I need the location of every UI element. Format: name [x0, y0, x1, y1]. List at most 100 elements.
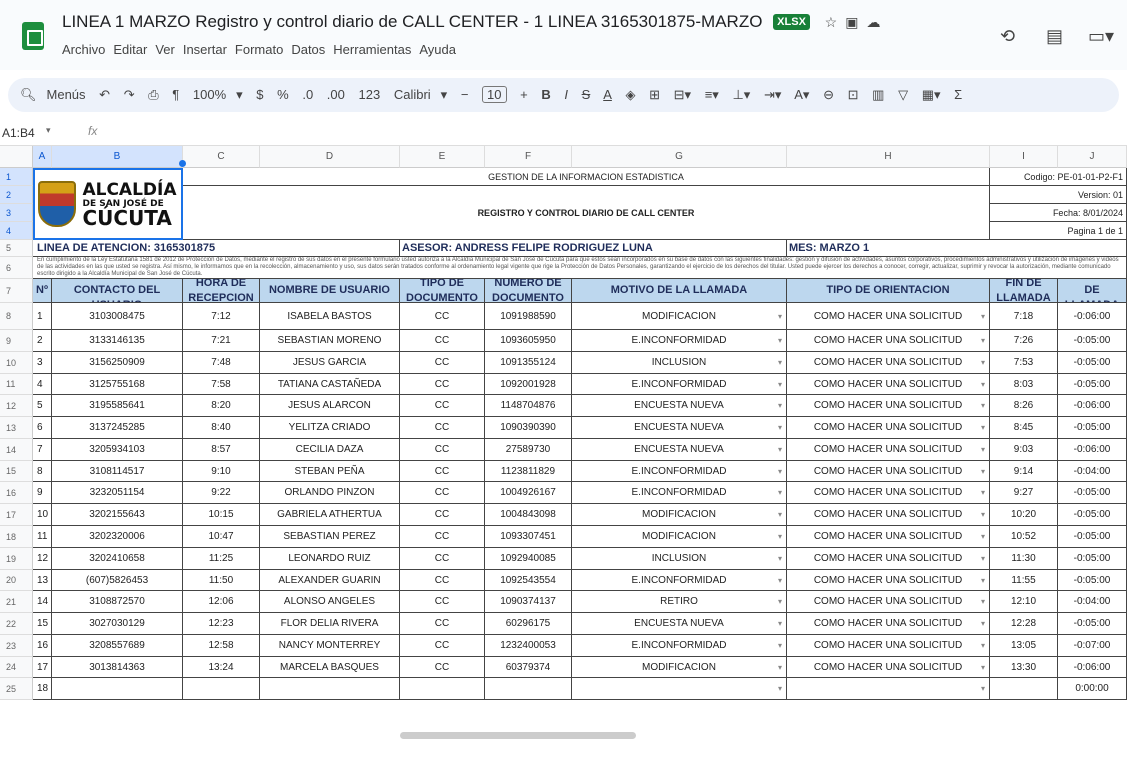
table-cell[interactable]: 8:26: [990, 395, 1058, 417]
table-cell[interactable]: CC: [400, 439, 485, 461]
sheets-logo-icon[interactable]: [22, 22, 44, 50]
dropdown-chevron-icon[interactable]: ▾: [981, 663, 985, 672]
legal-notice[interactable]: En cumplimiento de la Ley Estatutaria 15…: [33, 257, 1127, 279]
table-cell[interactable]: -0:06:00: [1058, 303, 1127, 330]
column-header-d[interactable]: D: [260, 146, 400, 168]
table-cell[interactable]: -0:04:00: [1058, 591, 1127, 613]
table-cell[interactable]: ENCUESTA NUEVA ▾: [572, 395, 787, 417]
table-cell[interactable]: 13:05: [990, 635, 1058, 657]
table-cell[interactable]: 3202155643: [52, 504, 183, 526]
selection-handle[interactable]: [179, 160, 186, 167]
table-cell[interactable]: 12:10: [990, 591, 1058, 613]
column-header-b[interactable]: B: [52, 146, 183, 168]
column-header-j[interactable]: J: [1058, 146, 1127, 168]
dropdown-chevron-icon[interactable]: ▾: [981, 467, 985, 476]
history-icon[interactable]: ⟲: [1000, 26, 1015, 47]
table-cell[interactable]: 0:00:00: [1058, 678, 1127, 700]
dropdown-chevron-icon[interactable]: ▾: [981, 576, 985, 585]
select-all-corner[interactable]: [0, 146, 33, 168]
table-cell[interactable]: 1091355124: [485, 352, 572, 374]
table-cell[interactable]: 10:15: [183, 504, 260, 526]
cloud-status-icon[interactable]: ☁: [866, 14, 888, 30]
row-header-18[interactable]: 18: [0, 526, 33, 548]
table-cell[interactable]: 3: [33, 352, 52, 374]
table-cell[interactable]: 11:25: [183, 548, 260, 570]
table-cell[interactable]: 9:14: [990, 461, 1058, 482]
font-size-increase[interactable]: +: [520, 87, 528, 102]
table-cell[interactable]: 3208557689: [52, 635, 183, 657]
table-cell[interactable]: CC: [400, 395, 485, 417]
table-cell[interactable]: 3205934103: [52, 439, 183, 461]
table-cell[interactable]: CC: [400, 482, 485, 504]
row-header-25[interactable]: 25: [0, 678, 33, 700]
table-cell[interactable]: MODIFICACION ▾: [572, 657, 787, 678]
table-cell[interactable]: COMO HACER UNA SOLICITUD ▾: [787, 526, 990, 548]
table-cell[interactable]: JESUS ALARCON: [260, 395, 400, 417]
table-cell[interactable]: ORLANDO PINZON: [260, 482, 400, 504]
table-cell[interactable]: SEBASTIAN PEREZ: [260, 526, 400, 548]
move-folder-icon[interactable]: ▣: [845, 14, 866, 30]
table-cell[interactable]: NANCY MONTERREY: [260, 635, 400, 657]
table-cell[interactable]: 5: [33, 395, 52, 417]
row-header-8[interactable]: 8: [0, 303, 33, 330]
table-cell[interactable]: 1092001928: [485, 374, 572, 395]
table-cell[interactable]: 1: [33, 303, 52, 330]
dropdown-chevron-icon[interactable]: ▾: [981, 445, 985, 454]
table-cell[interactable]: 3195585641: [52, 395, 183, 417]
table-cell[interactable]: 3108872570: [52, 591, 183, 613]
table-cell[interactable]: INCLUSION ▾: [572, 548, 787, 570]
menu-item-archivo[interactable]: Archivo: [62, 42, 105, 57]
table-cell[interactable]: CC: [400, 374, 485, 395]
table-cell[interactable]: -0:05:00: [1058, 570, 1127, 591]
table-cell[interactable]: CC: [400, 635, 485, 657]
table-cell[interactable]: CC: [400, 417, 485, 439]
registro-title[interactable]: REGISTRO Y CONTROL DIARIO DE CALL CENTER: [183, 186, 990, 240]
chart-icon[interactable]: ▥: [872, 87, 884, 102]
row-header-11[interactable]: 11: [0, 374, 33, 395]
dropdown-chevron-icon[interactable]: ▾: [981, 619, 985, 628]
dropdown-chevron-icon[interactable]: ▾: [778, 619, 782, 628]
row-header-20[interactable]: 20: [0, 570, 33, 591]
table-cell[interactable]: CC: [400, 548, 485, 570]
table-cell[interactable]: 11:30: [990, 548, 1058, 570]
dropdown-chevron-icon[interactable]: ▾: [778, 445, 782, 454]
table-cell[interactable]: 8:57: [183, 439, 260, 461]
table-cell[interactable]: JESUS GARCIA: [260, 352, 400, 374]
table-cell[interactable]: ALEXANDER GUARIN: [260, 570, 400, 591]
table-cell[interactable]: 13: [33, 570, 52, 591]
table-cell[interactable]: [52, 678, 183, 700]
borders-icon[interactable]: ⊞: [649, 87, 660, 102]
dropdown-chevron-icon[interactable]: ▾: [778, 510, 782, 519]
table-cell[interactable]: MODIFICACION ▾: [572, 526, 787, 548]
font-select[interactable]: Calibri: [394, 87, 431, 102]
table-header[interactable]: TIPO DE ORIENTACION: [787, 279, 990, 303]
table-header[interactable]: Nº: [33, 279, 52, 303]
merge-cells-icon[interactable]: ⊟▾: [674, 87, 691, 102]
spreadsheet-grid[interactable]: A B C D E F G H I J 1 2 3 4 5 6 7 8 9 10 11 12 13 14 15 16 17 18 19 2…: [0, 146, 1127, 758]
zoom-select[interactable]: 100%: [193, 87, 226, 102]
column-header-e[interactable]: E: [400, 146, 485, 168]
table-cell[interactable]: 8:45: [990, 417, 1058, 439]
table-cell[interactable]: CC: [400, 461, 485, 482]
table-cell[interactable]: E.INCONFORMIDAD ▾: [572, 374, 787, 395]
table-cell[interactable]: CC: [400, 526, 485, 548]
table-cell[interactable]: 10:20: [990, 504, 1058, 526]
dropdown-chevron-icon[interactable]: ▾: [981, 336, 985, 345]
comments-icon[interactable]: ▤: [1046, 26, 1063, 47]
table-cell[interactable]: 7:12: [183, 303, 260, 330]
dropdown-chevron-icon[interactable]: ▾: [778, 684, 782, 693]
table-cell[interactable]: 3125755168: [52, 374, 183, 395]
dropdown-chevron-icon[interactable]: ▾: [778, 488, 782, 497]
table-cell[interactable]: COMO HACER UNA SOLICITUD ▾: [787, 613, 990, 635]
filter-views-icon[interactable]: ▦▾: [922, 87, 941, 102]
row-header-14[interactable]: 14: [0, 439, 33, 461]
table-cell[interactable]: 1148704876: [485, 395, 572, 417]
table-cell[interactable]: INCLUSION ▾: [572, 352, 787, 374]
menu-item-herramientas[interactable]: Herramientas: [333, 42, 411, 57]
logo-cell[interactable]: ALCALDÍA DE SAN JOSÉ DE CÚCUTA: [33, 168, 183, 240]
paint-format-icon[interactable]: ¶: [172, 87, 179, 102]
table-cell[interactable]: E.INCONFORMIDAD ▾: [572, 330, 787, 352]
dropdown-chevron-icon[interactable]: ▾: [778, 663, 782, 672]
table-cell[interactable]: 60296175: [485, 613, 572, 635]
table-cell[interactable]: COMO HACER UNA SOLICITUD ▾: [787, 635, 990, 657]
